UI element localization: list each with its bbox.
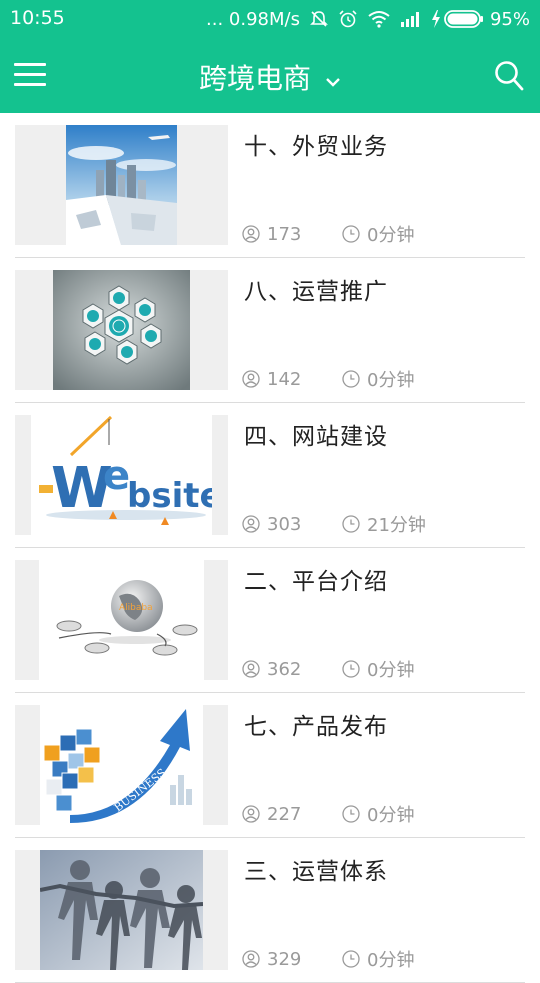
duration: 0分钟 [342,221,414,247]
item-title: 二、平台介绍 [244,569,388,595]
view-count-value: 227 [267,803,302,825]
view-count-value: 173 [267,223,302,245]
thumbnail [15,125,228,245]
course-list: 十、外贸业务 173 0分钟 八、运营推广 142 0分钟 W e bsite … [0,113,540,983]
signal-icon [400,10,422,28]
user-icon [242,225,260,243]
list-item[interactable]: W e bsite 四、网站建设 303 21分钟 [15,403,525,548]
duration: 0分钟 [342,801,414,827]
user-icon [242,950,260,968]
clock-icon [342,950,360,968]
status-time: 10:55 [10,7,65,29]
thumbnail: Alibaba [15,560,228,680]
view-count: 227 [242,804,342,825]
wifi-icon [367,9,391,29]
item-title: 三、运营体系 [244,859,388,885]
page-title-area: 跨境电商 [0,57,540,97]
battery-percent: 95% [489,8,530,30]
search-icon[interactable] [494,60,524,92]
network-speed: ... 0.98M/s [206,8,300,30]
clock-icon [342,515,360,533]
view-count: 329 [242,949,342,970]
website-letters-thumbnail: W e bsite [31,415,212,535]
item-meta: 142 0分钟 [242,366,414,392]
list-item[interactable]: BUSINESS 七、产品发布 227 0分钟 [15,693,525,838]
item-meta: 329 0分钟 [242,946,414,972]
duration: 0分钟 [342,946,414,972]
item-title: 十、外贸业务 [244,134,388,160]
alarm-icon [338,9,358,29]
list-item[interactable]: 三、运营体系 329 0分钟 [15,838,525,983]
charging-icon [431,10,441,28]
duration-value: 21分钟 [367,515,426,536]
clock-icon [342,805,360,823]
svg-text:Alibaba: Alibaba [119,603,153,613]
duration-value: 0分钟 [367,950,415,971]
user-icon [242,515,260,533]
thumbnail: BUSINESS [15,705,228,825]
clock-icon [342,370,360,388]
hexagon-infographic-thumbnail [53,270,190,390]
status-bar: 10:55 ... 0.98M/s 95% [0,0,540,38]
duration-value: 0分钟 [367,370,415,391]
status-indicators: ... 0.98M/s 95% [197,7,530,31]
chevron-down-icon [325,62,341,95]
view-count: 303 [242,514,342,535]
duration-value: 0分钟 [367,660,415,681]
thumbnail: W e bsite [15,415,228,535]
airplane-city-thumbnail [66,125,177,245]
user-icon [242,370,260,388]
thumbnail [15,270,228,390]
svg-text:bsite: bsite [127,476,212,516]
item-meta: 173 0分钟 [242,221,414,247]
item-title: 八、运营推广 [244,279,388,305]
item-title: 四、网站建设 [244,424,388,450]
item-title: 七、产品发布 [244,714,388,740]
view-count-value: 329 [267,948,302,970]
duration: 0分钟 [342,656,414,682]
view-count-value: 362 [267,658,302,680]
battery-icon [444,10,484,28]
item-meta: 362 0分钟 [242,656,414,682]
duration: 0分钟 [342,366,414,392]
user-icon [242,805,260,823]
paper-people-thumbnail [40,850,203,970]
user-icon [242,660,260,678]
page-title: 跨境电商 [198,62,311,95]
view-count: 173 [242,224,342,245]
view-count: 142 [242,369,342,390]
view-count: 362 [242,659,342,680]
clock-icon [342,660,360,678]
duration-value: 0分钟 [367,225,415,246]
mute-icon [309,9,329,29]
duration: 21分钟 [342,511,426,537]
thumbnail [15,850,228,970]
item-meta: 303 21分钟 [242,511,426,537]
category-dropdown[interactable]: 跨境电商 [199,57,341,97]
list-item[interactable]: 十、外贸业务 173 0分钟 [15,113,525,258]
globe-mouse-thumbnail: Alibaba [39,560,204,680]
view-count-value: 303 [267,513,302,535]
list-item[interactable]: Alibaba 二、平台介绍 362 0分钟 [15,548,525,693]
duration-value: 0分钟 [367,805,415,826]
item-meta: 227 0分钟 [242,801,414,827]
list-item[interactable]: 八、运营推广 142 0分钟 [15,258,525,403]
app-bar: 跨境电商 [0,38,540,113]
business-arrow-cubes-thumbnail: BUSINESS [40,705,203,825]
view-count-value: 142 [267,368,302,390]
clock-icon [342,225,360,243]
